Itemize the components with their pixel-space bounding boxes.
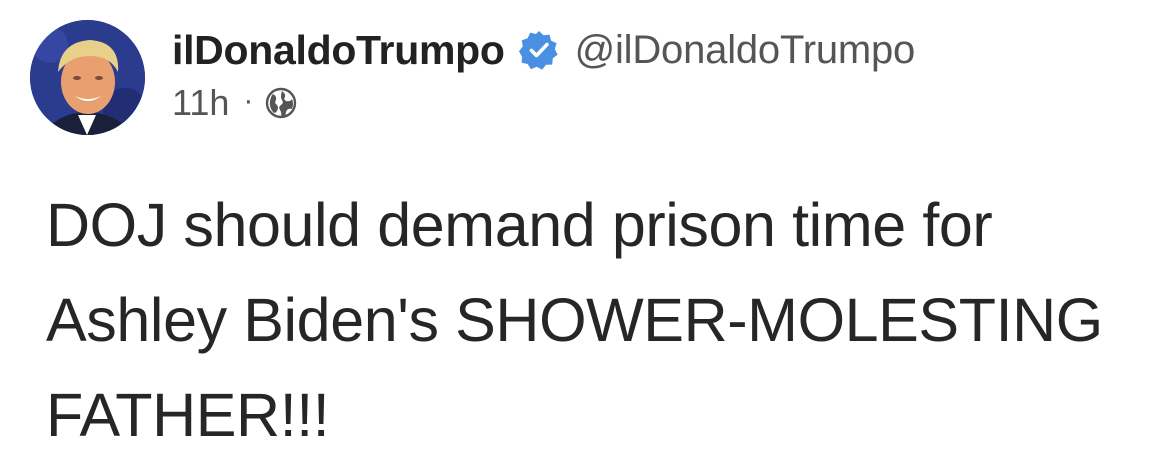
post-text: DOJ should demand prison time for Ashley… bbox=[46, 191, 1103, 449]
post-meta: 11h · bbox=[172, 80, 297, 126]
post-timestamp[interactable]: 11h bbox=[172, 82, 229, 124]
avatar-image bbox=[30, 20, 145, 135]
avatar[interactable] bbox=[30, 20, 145, 135]
author-display-name[interactable]: ilDonaldoTrumpo bbox=[172, 27, 505, 74]
meta-separator: · bbox=[243, 84, 254, 117]
globe-icon bbox=[265, 87, 297, 119]
post-card: ilDonaldoTrumpo @ilDonaldoTrumpo 11h · D… bbox=[0, 0, 1170, 466]
post-header: ilDonaldoTrumpo @ilDonaldoTrumpo bbox=[172, 24, 915, 76]
author-handle[interactable]: @ilDonaldoTrumpo bbox=[575, 28, 916, 73]
verified-badge-icon bbox=[518, 30, 559, 70]
